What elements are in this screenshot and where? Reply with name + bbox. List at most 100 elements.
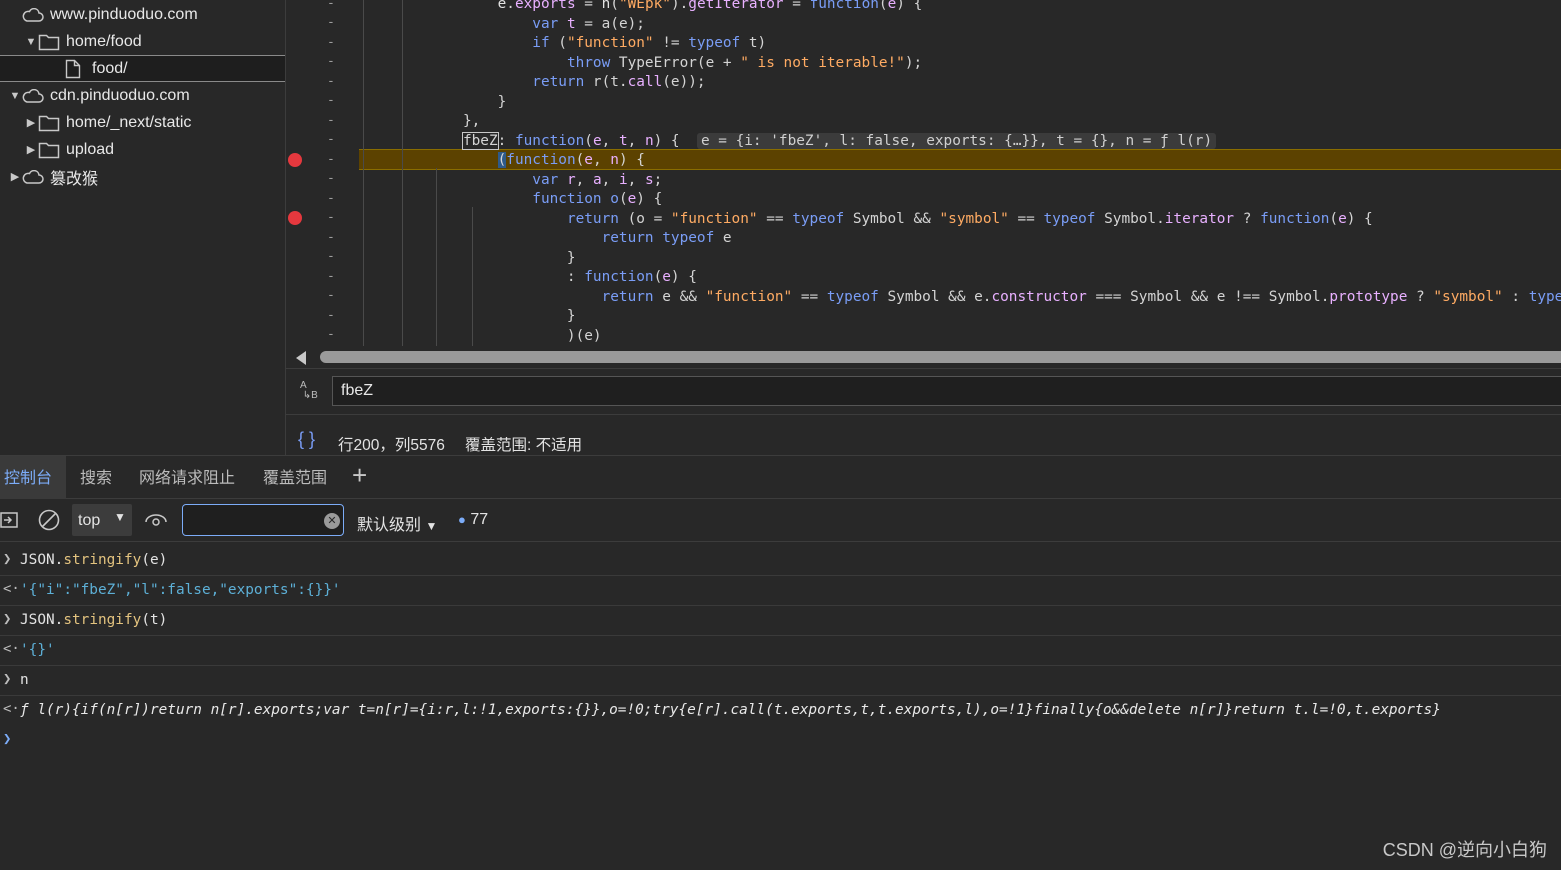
tree-item-label: home/food (66, 32, 142, 50)
console-output[interactable]: ❯ JSON.stringify(e) <· '{"i":"fbeZ","l":… (0, 542, 1561, 870)
eye-icon[interactable] (145, 511, 167, 534)
status-bar: { } 行200，列5576 覆盖范围: 不适用 (286, 414, 1561, 455)
context-label: top (78, 512, 101, 529)
code-editor[interactable]: - - - - - - - - - - - - - - - - - - e.ex… (286, 0, 1561, 346)
chevron-right-icon: ▶ (26, 144, 36, 156)
drawer-tabbar: 控制台 搜索 网络请求阻止 覆盖范围 + (0, 455, 1561, 499)
console-text-fragment: JSON. (20, 552, 64, 568)
cloud-icon (22, 87, 44, 105)
dropdown-arrow-icon: ▼ (425, 519, 438, 533)
tree-item-label: cdn.pinduoduo.com (50, 86, 190, 104)
chevron-right-icon: ▶ (10, 171, 20, 183)
tree-item-label: 篡改猴 (50, 170, 99, 188)
tree-item-home-food[interactable]: ▼ home/food (0, 28, 285, 55)
console-output-row[interactable]: <· '{"i":"fbeZ","l":false,"exports":{}}' (0, 576, 1561, 606)
output-chevron-icon: <· (3, 581, 20, 597)
console-output-row[interactable]: <· ƒ l(r){if(n[r])return n[r].exports;va… (0, 696, 1561, 726)
code-line: var r, a, i, s; (532, 171, 663, 188)
search-input[interactable]: fbeZ (332, 376, 1561, 406)
filter-input[interactable]: ✕ (182, 504, 344, 536)
console-text: ƒ l(r){if(n[r])return n[r].exports;var t… (20, 702, 1441, 718)
output-chevron-icon: <· (3, 641, 20, 657)
input-chevron-icon: ❯ (3, 611, 12, 627)
tree-item-label: home/_next/static (66, 113, 192, 131)
console-text: JSON.stringify(e) (20, 552, 167, 568)
console-input-row[interactable]: ❯ n (0, 666, 1561, 696)
watermark: CSDN @逆向小白狗 (1382, 840, 1547, 860)
message-icon: ● (458, 512, 466, 527)
scrollbar-thumb[interactable] (320, 351, 1561, 363)
sidebar-toggle-icon[interactable] (0, 511, 18, 534)
line-marker: - (327, 327, 335, 342)
folder-icon (38, 141, 60, 159)
tree-item-www-pinduoduo[interactable]: www.pinduoduo.com (0, 1, 285, 28)
console-text-fragment: (e) (141, 552, 168, 568)
console-text: JSON.stringify(t) (20, 612, 167, 628)
cloud-icon (22, 168, 44, 186)
clear-console-icon[interactable] (38, 509, 60, 536)
clear-filter-icon[interactable]: ✕ (324, 513, 340, 529)
line-marker: - (327, 132, 335, 147)
breakpoint-marker[interactable] (288, 211, 302, 225)
line-marker: - (327, 113, 335, 128)
line-marker: - (327, 54, 335, 69)
code-line: fbeZ: function(e, t, n) { e = {i: 'fbeZ'… (359, 131, 1217, 152)
code-line: var t = a(e); (532, 15, 645, 32)
console-text: '{"i":"fbeZ","l":false,"exports":{}}' (20, 582, 341, 598)
console-input-row[interactable]: ❯ JSON.stringify(t) (0, 606, 1561, 636)
code-line: } (359, 249, 576, 266)
breakpoint-marker[interactable] (288, 153, 302, 167)
console-input-row[interactable]: ❯ JSON.stringify(e) (0, 546, 1561, 576)
code-line: } (359, 308, 576, 324)
line-marker: - (327, 171, 335, 186)
line-marker: - (327, 191, 335, 206)
line-marker: - (327, 152, 335, 167)
console-toolbar: top ▼ ✕ 默认级别 ▼ ● 77 (0, 499, 1561, 542)
console-text: n (20, 672, 29, 688)
line-marker: - (327, 249, 335, 264)
tree-item-upload[interactable]: ▶ upload (0, 136, 285, 163)
scroll-left-icon[interactable] (296, 351, 306, 365)
cloud-icon (22, 6, 44, 24)
code-line: }, (359, 113, 481, 129)
console-text-fragment: stringify (63, 552, 142, 568)
coverage-status: 覆盖范围: 不适用 (465, 437, 583, 454)
tree-item-label: upload (66, 140, 115, 158)
issue-count: 77 (470, 511, 489, 528)
tree-item-next-static[interactable]: ▶ home/_next/static (0, 109, 285, 136)
log-level-label: 默认级别 (357, 517, 422, 534)
cursor-position: 行200，列5576 (338, 437, 445, 454)
line-marker: - (327, 308, 335, 323)
tree-item-tampermonkey[interactable]: ▶ 篡改猴 (0, 163, 285, 190)
code-line: function o(e) { (532, 191, 663, 207)
chevron-down-icon: ▼ (25, 35, 37, 48)
tree-item-food-file[interactable]: food/ (0, 55, 285, 82)
code-line: e.exports = n("WEpk").getIterator = func… (497, 0, 923, 12)
tab-network-request-blocking[interactable]: 网络请求阻止 (139, 456, 235, 499)
tab-console[interactable]: 控制台 (0, 456, 67, 499)
line-marker: - (327, 269, 335, 284)
line-gutter[interactable]: - - - - - - - - - - - - - - - - - - (286, 0, 358, 346)
chevron-right-icon: ▶ (26, 117, 36, 129)
folder-icon (38, 33, 60, 51)
tree-item-cdn-pinduoduo[interactable]: ▼ cdn.pinduoduo.com (0, 82, 285, 109)
tab-search[interactable]: 搜索 (80, 456, 112, 499)
console-text-fragment: JSON. (20, 612, 64, 628)
code-line: throw TypeError(e + " is not iterable!")… (566, 54, 923, 71)
tab-coverage[interactable]: 覆盖范围 (263, 456, 327, 499)
code-line: return (o = "function" == typeof Symbol … (566, 210, 1373, 227)
inline-variable-values: e = {i: 'fbeZ', l: false, exports: {…}},… (696, 132, 1217, 149)
match-case-icon[interactable]: A ↳B (300, 381, 318, 401)
context-selector[interactable]: top ▼ (72, 504, 132, 536)
code-line: )(e) (359, 327, 602, 344)
horizontal-scrollbar[interactable] (286, 346, 1561, 368)
add-tab-button[interactable]: + (352, 460, 367, 491)
console-output-row[interactable]: <· '{}' (0, 636, 1561, 666)
code-line: } (359, 93, 507, 110)
pretty-print-icon[interactable]: { } (298, 429, 315, 450)
log-level-selector[interactable]: 默认级别 ▼ (357, 511, 437, 535)
prompt-chevron-icon[interactable]: ❯ (3, 731, 11, 747)
code-line: return e && "function" == typeof Symbol … (601, 288, 1561, 305)
issues-counter[interactable]: ● 77 (458, 511, 488, 529)
line-marker: - (327, 210, 335, 225)
